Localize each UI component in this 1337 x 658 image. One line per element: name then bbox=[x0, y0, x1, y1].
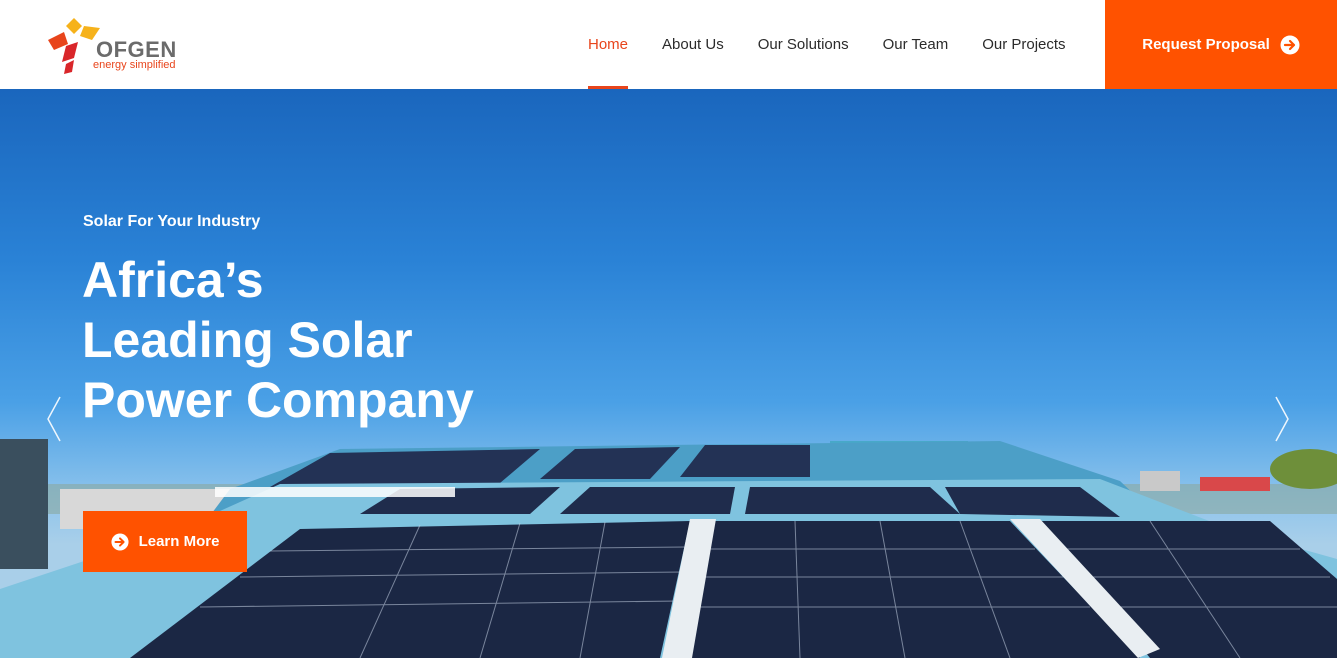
slider-next-chevron-right-icon[interactable] bbox=[1272, 395, 1292, 443]
site-header: OFGEN energy simplified Home About Us Ou… bbox=[0, 0, 1337, 89]
request-proposal-button[interactable]: Request Proposal bbox=[1105, 0, 1337, 89]
hero-headline-line-1: Africa’s bbox=[82, 252, 264, 308]
nav-about-us[interactable]: About Us bbox=[645, 0, 741, 89]
request-proposal-label: Request Proposal bbox=[1142, 36, 1270, 53]
hero-headline-line-3: Power Company bbox=[82, 372, 474, 428]
hero-eyebrow: Solar For Your Industry bbox=[83, 213, 261, 230]
logo-tagline: energy simplified bbox=[93, 59, 176, 71]
slider-prev-chevron-left-icon[interactable] bbox=[44, 395, 64, 443]
ofgen-logo[interactable]: OFGEN energy simplified bbox=[44, 14, 194, 74]
main-nav: Home About Us Our Solutions Our Team Our… bbox=[571, 0, 1083, 89]
hero-slider: Solar For Your Industry Africa’s Leading… bbox=[0, 89, 1337, 658]
hero-headline-line-2: Leading Solar bbox=[82, 312, 413, 368]
logo-wordmark: OFGEN bbox=[96, 37, 177, 62]
nav-our-projects[interactable]: Our Projects bbox=[965, 0, 1082, 89]
arrow-circle-right-icon bbox=[111, 532, 129, 551]
learn-more-label: Learn More bbox=[138, 533, 220, 550]
arrow-circle-right-icon bbox=[1280, 35, 1300, 54]
nav-our-solutions[interactable]: Our Solutions bbox=[741, 0, 866, 89]
nav-home[interactable]: Home bbox=[571, 0, 645, 89]
hero-headline: Africa’s Leading Solar Power Company bbox=[82, 250, 602, 430]
learn-more-button[interactable]: Learn More bbox=[83, 511, 247, 572]
nav-our-team[interactable]: Our Team bbox=[866, 0, 966, 89]
